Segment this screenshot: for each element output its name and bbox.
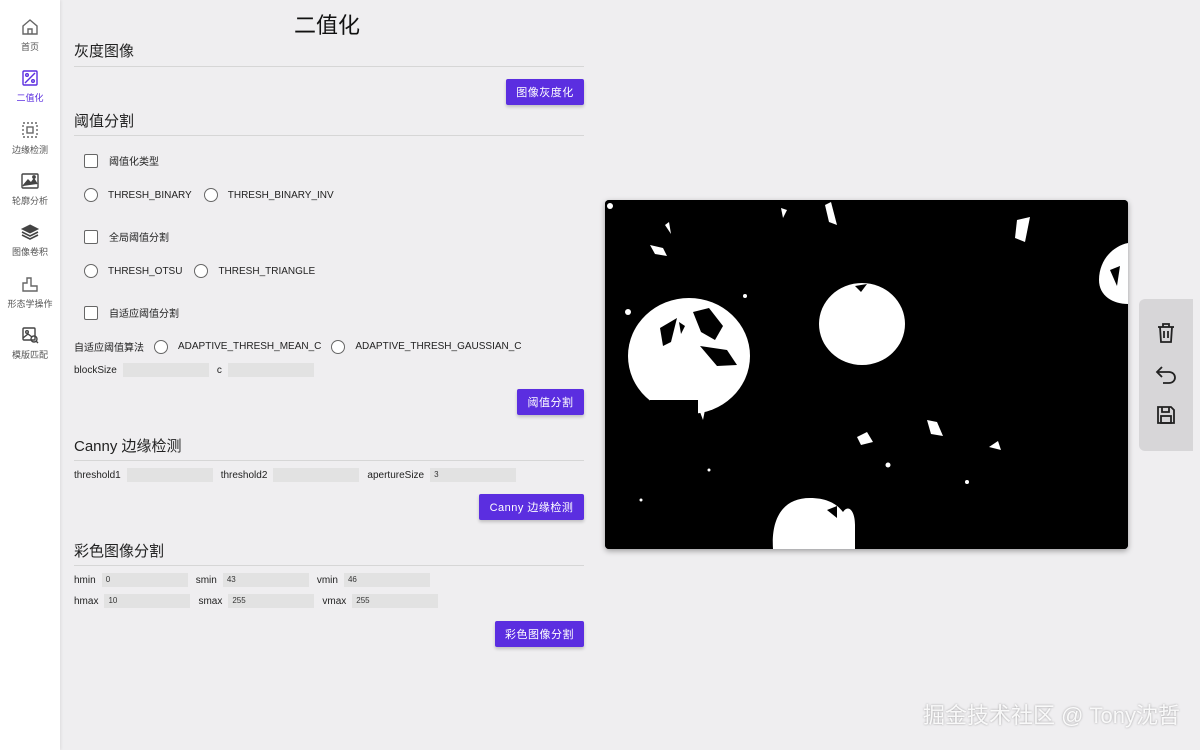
vmin-label: vmin (316, 574, 338, 586)
adaptive-gaussian-label: ADAPTIVE_THRESH_GAUSSIAN_C (355, 341, 522, 352)
undo-icon (1155, 366, 1176, 384)
sidebar-item-label: 二值化 (16, 93, 44, 103)
smax-input[interactable] (228, 594, 315, 608)
edge-detect-icon (22, 122, 38, 138)
adaptive-algo-label: 自适应阈值算法 (74, 343, 144, 354)
sidebar-item-edge-detect[interactable]: 边缘检测 (0, 118, 60, 168)
smax-label: smax (198, 595, 223, 607)
template-match-icon (22, 327, 39, 344)
block-size-input[interactable] (122, 363, 209, 377)
adaptive-algo-row: 自适应阈值算法 ADAPTIVE_THRESH_MEAN_C ADAPTIVE_… (74, 339, 522, 354)
vmin-input[interactable] (343, 573, 430, 587)
color-min-row: hmin smin vmin (74, 573, 438, 587)
save-icon (1157, 406, 1175, 424)
binarize-icon (22, 70, 38, 86)
sidebar-item-label: 轮廓分析 (11, 196, 48, 206)
page-title: 二值化 (294, 13, 361, 38)
thresh-otsu-radio[interactable] (84, 264, 98, 278)
trash-button[interactable] (1154, 321, 1178, 345)
color-section-title: 彩色图像分割 (74, 543, 165, 560)
c-label: c (216, 364, 222, 376)
vmax-label: vmax (322, 595, 347, 607)
grayscale-button[interactable]: 图像灰度化 (506, 79, 584, 105)
thresh-binary-inv-radio[interactable] (203, 188, 218, 202)
adaptive-mean-radio[interactable] (154, 339, 168, 354)
threshold2-label: threshold2 (220, 469, 268, 481)
threshold-type-options: THRESH_BINARY THRESH_BINARY_INV (84, 188, 334, 202)
aperture-size-label: apertureSize (367, 469, 425, 481)
adaptive-mean-label: ADAPTIVE_THRESH_MEAN_C (178, 341, 322, 352)
threshold-section-title: 阈值分割 (74, 113, 135, 130)
thresh-triangle-label: THRESH_TRIANGLE (218, 265, 316, 277)
sidebar-item-home[interactable]: 首页 (0, 15, 60, 65)
color-segment-button[interactable]: 彩色图像分割 (495, 621, 584, 647)
sidebar-item-contour[interactable]: 轮廓分析 (0, 169, 60, 219)
adaptive-threshold-row: 自适应阈值分割 (74, 305, 179, 320)
binary-image-svg (605, 200, 1128, 549)
adaptive-gaussian-radio[interactable] (331, 339, 346, 354)
thresh-otsu-label: THRESH_OTSU (108, 265, 183, 277)
threshold-button[interactable]: 阈值分割 (517, 389, 584, 415)
thresh-triangle-radio[interactable] (194, 264, 209, 278)
sidebar-item-label: 形态学操作 (7, 299, 53, 309)
image-toolbar (1139, 299, 1193, 451)
canny-params-row: threshold1 threshold2 apertureSize (74, 468, 524, 482)
contour-icon (21, 173, 39, 189)
home-icon (22, 19, 38, 35)
divider (74, 460, 584, 461)
hmin-label: hmin (74, 574, 96, 586)
divider (74, 565, 584, 566)
result-image (605, 200, 1128, 549)
adaptive-threshold-label: 自适应阈值分割 (109, 309, 179, 320)
gray-section-title: 灰度图像 (74, 43, 135, 60)
adaptive-params-row: blockSize c (74, 363, 322, 377)
divider (74, 135, 584, 136)
sidebar-item-label: 模版匹配 (11, 350, 48, 360)
aperture-size-input[interactable] (430, 468, 517, 482)
sidebar-item-morphology[interactable]: 形态学操作 (0, 272, 60, 322)
c-input[interactable] (227, 363, 314, 377)
thresh-binary-radio[interactable] (84, 188, 98, 202)
sidebar: 首页 二值化 边缘检测 轮廓分析 图像卷积 形态学操作 模版匹配 (0, 0, 60, 750)
global-threshold-options: THRESH_OTSU THRESH_TRIANGLE (84, 264, 315, 278)
thresh-binary-inv-label: THRESH_BINARY_INV (227, 189, 334, 201)
sidebar-item-binarize[interactable]: 二值化 (0, 66, 60, 116)
morphology-icon (22, 277, 38, 292)
sidebar-item-convolution[interactable]: 图像卷积 (0, 220, 60, 270)
global-threshold-label: 全局阈值分割 (109, 233, 169, 244)
global-threshold-checkbox[interactable] (84, 229, 98, 244)
smin-label: smin (195, 574, 217, 586)
threshold2-input[interactable] (273, 468, 360, 482)
hmax-label: hmax (74, 595, 99, 607)
threshold1-label: threshold1 (74, 469, 121, 481)
hmax-input[interactable] (104, 594, 191, 608)
global-threshold-row: 全局阈值分割 (74, 229, 169, 244)
threshold-type-row: 阈值化类型 (74, 153, 159, 168)
undo-button[interactable] (1154, 362, 1178, 386)
sidebar-item-label: 边缘检测 (11, 145, 48, 155)
block-size-label: blockSize (74, 364, 117, 376)
color-max-row: hmax smax vmax (74, 594, 446, 608)
sidebar-item-label: 首页 (20, 42, 39, 52)
sidebar-item-template-match[interactable]: 模版匹配 (0, 323, 60, 373)
thresh-binary-label: THRESH_BINARY (108, 189, 192, 201)
hmin-input[interactable] (101, 573, 188, 587)
vmax-input[interactable] (352, 594, 439, 608)
sidebar-item-label: 图像卷积 (11, 247, 48, 257)
save-button[interactable] (1154, 403, 1178, 427)
divider (74, 66, 584, 67)
trash-icon (1158, 323, 1174, 343)
canny-button[interactable]: Canny 边缘检测 (479, 494, 584, 520)
smin-input[interactable] (222, 573, 309, 587)
threshold-type-checkbox[interactable] (84, 153, 98, 168)
watermark: 掘金技术社区 @ Tony沈哲 (922, 703, 1180, 728)
canny-section-title: Canny 边缘检测 (74, 438, 182, 455)
adaptive-threshold-checkbox[interactable] (84, 305, 98, 320)
threshold-type-label: 阈值化类型 (109, 157, 159, 168)
layers-icon (20, 224, 40, 240)
threshold1-input[interactable] (126, 468, 213, 482)
